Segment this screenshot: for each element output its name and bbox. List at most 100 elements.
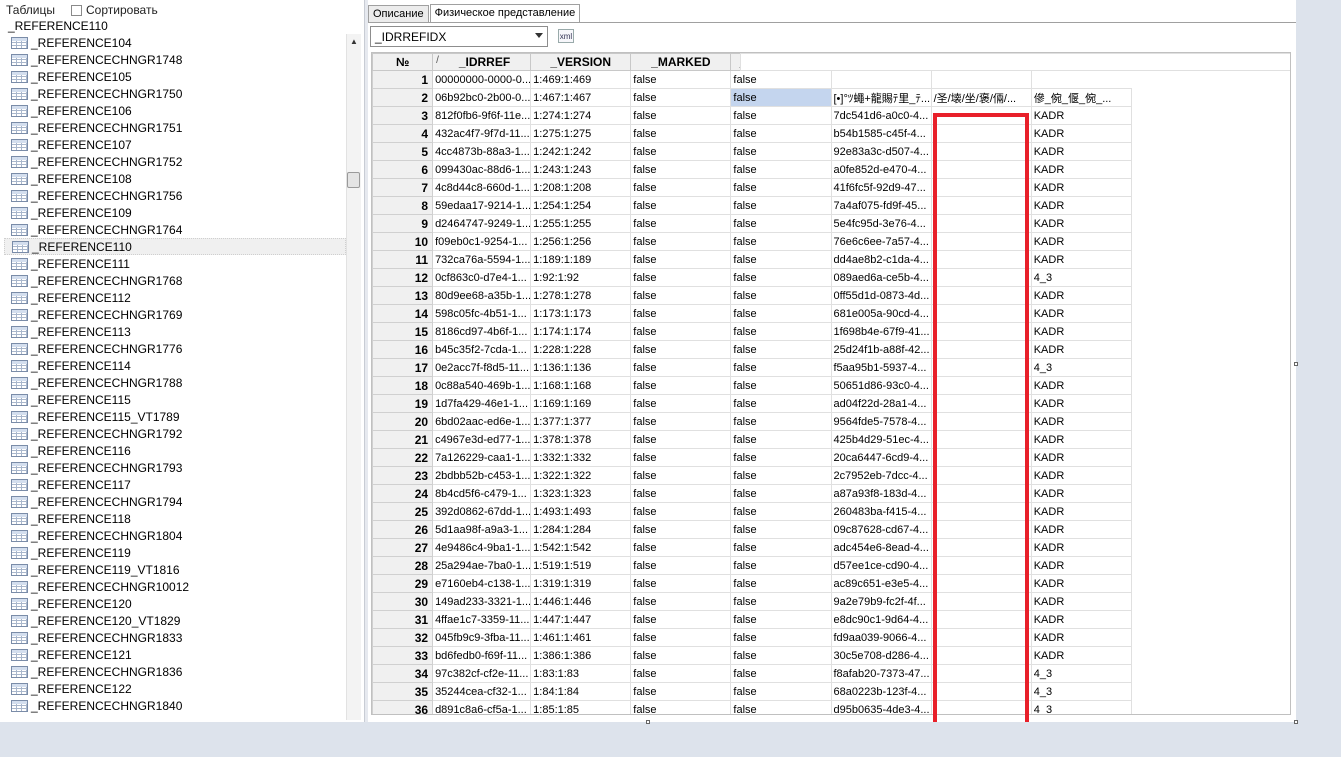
table-cell[interactable]: 06b92bc0-2b00-0... (432, 88, 532, 107)
table-cell[interactable]: false (730, 520, 832, 539)
table-row[interactable]: 5 4cc4873b-88a3-1... 1:242:1:242 false false… (372, 53, 1290, 161)
row-number[interactable]: 33 (372, 646, 434, 665)
table-cell[interactable]: false (730, 376, 832, 395)
table-cell[interactable]: false (730, 448, 832, 467)
table-cell[interactable]: d2464747-9249-1... (432, 214, 532, 233)
table-cell[interactable]: 1:519:1:519 (530, 556, 632, 575)
table-cell[interactable]: false (630, 250, 732, 269)
table-row[interactable]: 33 bd6fedb0-f69f-11... 1:386:1:386 false fal… (372, 53, 1290, 665)
row-number[interactable]: 35 (372, 682, 434, 701)
table-cell[interactable]: 30c5e708-d286-4... (830, 646, 932, 665)
table-cell[interactable]: false (630, 286, 732, 305)
sort-checkbox[interactable] (71, 4, 83, 16)
tree-item[interactable]: _REFERENCECHNGR1793 (4, 459, 346, 476)
table-cell[interactable]: KADR (1030, 538, 1132, 557)
resize-handle-bottom[interactable] (646, 720, 650, 724)
table-cell[interactable]: 1:256:1:256 (530, 232, 632, 251)
table-cell[interactable]: KADR (1030, 232, 1132, 251)
table-cell[interactable]: 425b4d29-51ec-4... (830, 430, 932, 449)
row-number[interactable]: 12 (372, 268, 434, 287)
table-cell[interactable]: false (630, 574, 732, 593)
table-cell[interactable]: 4_3 (1030, 664, 1132, 683)
table-cell[interactable]: false (730, 502, 832, 521)
table-cell[interactable]: 8b4cd5f6-c479-1... (432, 484, 532, 503)
table-cell[interactable]: bd6fedb0-f69f-11... (432, 646, 532, 665)
table-cell[interactable]: 97c382cf-cf2e-11... (432, 664, 532, 683)
column-header[interactable]: _VERSION (530, 53, 632, 71)
table-cell[interactable]: false (730, 340, 832, 359)
table-cell[interactable]: 1:189:1:189 (530, 250, 632, 269)
table-cell[interactable]: 5d1aa98f-a9a3-1... (432, 520, 532, 539)
row-number[interactable]: 27 (372, 538, 434, 557)
tree-item[interactable]: _REFERENCECHNGR1788 (4, 374, 346, 391)
table-cell[interactable]: KADR (1030, 646, 1132, 665)
table-cell[interactable]: false (630, 70, 732, 89)
table-row[interactable]: 31 4ffae1c7-3359-11... 1:447:1:447 false fal… (372, 53, 1290, 629)
table-row[interactable]: 9 d2464747-9249-1... 1:255:1:255 false false… (372, 53, 1290, 233)
table-cell[interactable]: 1:332:1:332 (530, 448, 632, 467)
table-cell[interactable]: c4967e3d-ed77-1... (432, 430, 532, 449)
table-cell[interactable]: KADR (1030, 142, 1132, 161)
tables-tab-label[interactable]: Таблицы (6, 3, 55, 17)
table-cell[interactable]: 1:92:1:92 (530, 268, 632, 287)
table-cell[interactable]: KADR (1030, 178, 1132, 197)
table-cell[interactable]: 41f6fc5f-92d9-47... (830, 178, 932, 197)
table-cell[interactable]: false (730, 160, 832, 179)
tree-item[interactable]: _REFERENCE122 (4, 680, 346, 697)
table-cell[interactable]: KADR (1030, 484, 1132, 503)
table-cell[interactable]: 1:323:1:323 (530, 484, 632, 503)
table-row[interactable]: 12 0cf863c0-d7e4-1... 1:92:1:92 false false 0… (372, 53, 1290, 287)
table-row[interactable]: 20 6bd02aac-ed6e-1... 1:377:1:377 false fals… (372, 53, 1290, 431)
table-cell[interactable]: false (630, 484, 732, 503)
table-cell[interactable]: 089aed6a-ce5b-4... (830, 268, 932, 287)
table-cell[interactable]: 15 000 (740, 53, 1290, 71)
table-cell[interactable]: KADR (1030, 250, 1132, 269)
table-row[interactable]: 23 2bdbb52b-c453-1... 1:322:1:322 false fals… (372, 53, 1290, 485)
tree-item[interactable]: _REFERENCECHNGR1768 (4, 272, 346, 289)
table-row[interactable]: 3 812f0fb6-9f6f-11e... 1:274:1:274 false fal… (372, 53, 1290, 125)
table-cell[interactable]: false (630, 340, 732, 359)
table-cell[interactable]: KADR (1030, 394, 1132, 413)
table-cell[interactable]: false (630, 592, 732, 611)
row-number[interactable]: 4 (372, 124, 434, 143)
table-cell[interactable]: KADR (1030, 448, 1132, 467)
table-cell[interactable]: KADR (1030, 574, 1132, 593)
table-cell[interactable]: 1:469:1:469 (530, 70, 632, 89)
table-cell[interactable]: 9a2e79b9-fc2f-4f... (830, 592, 932, 611)
table-cell[interactable]: false (730, 538, 832, 557)
table-cell[interactable]: dd4ae8b2-c1da-4... (830, 250, 932, 269)
xml-export-icon[interactable]: xml (558, 29, 574, 43)
table-cell[interactable]: 1:243:1:243 (530, 160, 632, 179)
table-cell[interactable]: false (630, 88, 732, 107)
table-cell[interactable]: false (730, 700, 832, 714)
tree-item[interactable]: _REFERENCE106 (4, 102, 346, 119)
row-number[interactable]: 31 (372, 610, 434, 629)
row-number[interactable]: 23 (372, 466, 434, 485)
scrollbar-thumb[interactable] (347, 172, 360, 188)
table-cell[interactable]: 25d24f1b-a88f-42... (830, 340, 932, 359)
table-cell[interactable]: 76e6c6ee-7a57-4... (830, 232, 932, 251)
table-cell[interactable]: 1:461:1:461 (530, 628, 632, 647)
table-cell[interactable]: [•]°ﾂ蠅+龍賜ﾃ里_ﾃ... (830, 88, 932, 107)
table-row[interactable]: 1 00000000-0000-0... 1:469:1:469 false false… (372, 53, 1290, 89)
table-cell[interactable]: false (630, 538, 732, 557)
chevron-down-icon[interactable] (535, 33, 543, 38)
table-cell[interactable]: 1:378:1:378 (530, 430, 632, 449)
tree-item[interactable]: _REFERENCE114 (4, 357, 346, 374)
table-cell[interactable]: e8dc90c1-9d64-4... (830, 610, 932, 629)
table-row[interactable]: 18 0c88a540-469b-1... 1:168:1:168 false fals… (372, 53, 1290, 395)
column-header[interactable]: _MARKED (630, 53, 732, 71)
table-cell[interactable]: 1f698b4e-67f9-41... (830, 322, 932, 341)
tab-description[interactable]: Описание (368, 5, 429, 22)
table-cell[interactable]: 5e4fc95d-3e76-4... (830, 214, 932, 233)
table-cell[interactable]: 1:228:1:228 (530, 340, 632, 359)
table-cell[interactable]: false (630, 412, 732, 431)
row-number[interactable]: 36 (372, 700, 434, 714)
scroll-up-icon[interactable]: ▲ (350, 37, 358, 46)
table-cell[interactable]: false (730, 214, 832, 233)
table-cell[interactable]: 4c8d44c8-660d-1... (432, 178, 532, 197)
table-cell[interactable]: false (630, 322, 732, 341)
table-cell[interactable]: 1:467:1:467 (530, 88, 632, 107)
table-cell[interactable]: false (730, 286, 832, 305)
table-cell[interactable]: /圣/壊/坐/褒/倆/... (930, 88, 1032, 107)
